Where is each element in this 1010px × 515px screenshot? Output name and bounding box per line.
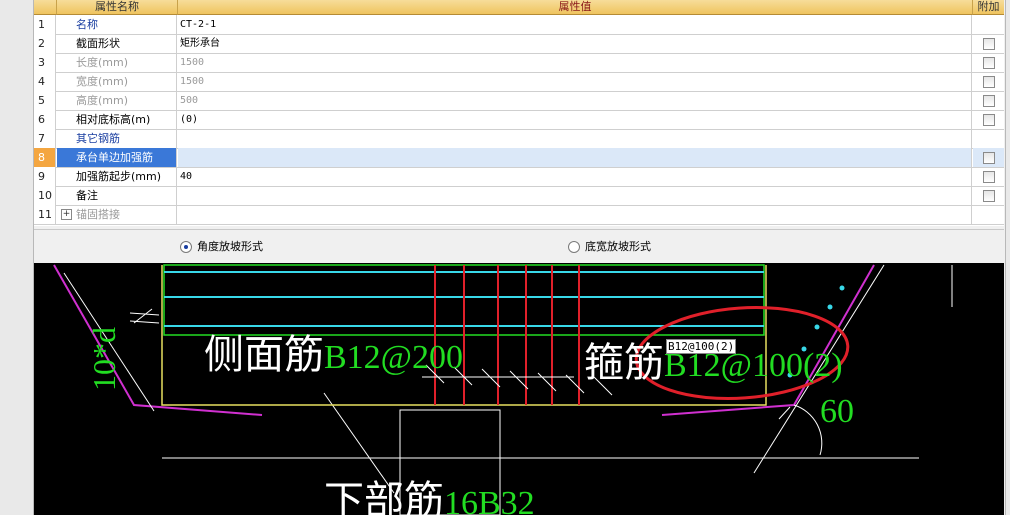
row-name: 其它钢筋 [57,129,177,148]
row-number: 6 [34,110,56,129]
header-name: 属性名称 [57,0,178,15]
row-add-cell [973,110,1004,129]
row-number: 8 [34,148,56,167]
row-name: 承台单边加强筋 [57,148,177,167]
row-name: 备注 [57,186,177,205]
grid-row[interactable]: 1 名称 CT-2-1 [34,15,1004,35]
row-number: 4 [34,72,56,91]
row-add-cell [973,91,1004,110]
left-panel-edge [0,0,34,515]
slope-option-bar: 角度放坡形式 底宽放坡形式 [34,229,1004,264]
grid-row[interactable]: 8 承台单边加强筋 [34,148,1004,168]
hover-tooltip: B12@100(2) [666,339,737,354]
row-value[interactable] [178,186,972,205]
add-checkbox[interactable] [983,152,995,164]
row-value[interactable]: CT-2-1 [178,15,972,34]
row-name: 高度(mm) [57,91,177,110]
side-bar-spec: B12@200 [324,339,463,376]
expand-icon[interactable]: + [61,209,72,220]
add-checkbox[interactable] [983,171,995,183]
right-panel-edge [1005,0,1010,515]
radio-angle-label: 角度放坡形式 [197,240,263,253]
row-add-cell [973,34,1004,53]
row-number: 5 [34,91,56,110]
dim-tick-3 [133,308,153,324]
row-name: 加强筋起步(mm) [57,167,177,186]
add-checkbox[interactable] [983,114,995,126]
grid-row[interactable]: 6 相对底标高(m) (0) [34,110,1004,130]
vertical-dim-text: 10*d [86,321,134,399]
add-checkbox[interactable] [983,190,995,202]
row-add-cell [973,129,1004,148]
grid-row[interactable]: 2 截面形状 矩形承台 [34,34,1004,54]
header-add: 附加 [973,0,1004,15]
header-value: 属性值 [178,0,973,15]
bottom-bar-label: 下部筋16B32 [324,481,535,515]
row-name: 宽度(mm) [57,72,177,91]
grid-row[interactable]: 9 加强筋起步(mm) 40 [34,167,1004,187]
row-add-cell [973,205,1004,224]
radio-angle-slope[interactable]: 角度放坡形式 [180,240,263,254]
row-value[interactable]: 500 [178,91,972,110]
row-value[interactable] [178,129,972,148]
row-value[interactable]: 1500 [178,72,972,91]
side-bar-title: 侧面筋 [204,332,324,377]
row-add-cell [973,53,1004,72]
row-add-cell [973,15,1004,34]
row-name: 名称 [57,15,177,34]
row-value[interactable] [178,148,972,167]
row-name: + 锚固搭接 [57,205,177,224]
angle-value: 60 [820,393,854,430]
row-name: 长度(mm) [57,53,177,72]
row-number: 7 [34,129,56,148]
side-bar-label: 侧面筋B12@200 [204,335,463,375]
grid-row[interactable]: 3 长度(mm) 1500 [34,53,1004,73]
add-checkbox[interactable] [983,95,995,107]
add-checkbox[interactable] [983,57,995,69]
stirrup-title: 箍筋 [584,340,664,385]
row-number: 3 [34,53,56,72]
radio-dot [568,241,580,253]
row-value[interactable]: 40 [178,167,972,186]
radio-bottom-label: 底宽放坡形式 [585,240,651,253]
row-number: 2 [34,34,56,53]
add-checkbox[interactable] [983,76,995,88]
row-add-cell [973,72,1004,91]
row-number: 9 [34,167,56,186]
add-checkbox[interactable] [983,38,995,50]
row-value[interactable]: (0) [178,110,972,129]
row-add-cell [973,148,1004,167]
angle-arc [793,404,823,456]
row-value[interactable]: 1500 [178,53,972,72]
row-add-cell [973,186,1004,205]
property-grid: 属性名称 属性值 附加 1 名称 CT-2-1 2 截面形状 矩形承台 3 长度(mm) 150… [34,0,1004,226]
header-num [34,0,57,15]
grid-row[interactable]: 7 其它钢筋 [34,129,1004,149]
cad-drawing-canvas[interactable]: 10*d 侧面筋B12@200 箍筋B12@100(2) B12@100(2) … [34,263,1004,515]
grid-row[interactable]: 11 + 锚固搭接 [34,205,1004,225]
row-number: 10 [34,186,56,205]
radio-dot-selected [180,241,192,253]
cad-drawing [53,264,953,515]
grid-row[interactable]: 10 备注 [34,186,1004,206]
bottom-bar-title: 下部筋 [324,478,444,515]
bottom-bar-spec: 16B32 [444,485,535,515]
radio-bottom-slope[interactable]: 底宽放坡形式 [568,240,651,254]
row-name-text: 锚固搭接 [76,208,120,221]
row-number: 11 [34,205,56,224]
row-value[interactable] [178,205,972,224]
grid-row[interactable]: 5 高度(mm) 500 [34,91,1004,111]
vertical-dim-label: 10*d [86,327,122,391]
row-value[interactable]: 矩形承台 [178,34,972,53]
grid-row[interactable]: 4 宽度(mm) 1500 [34,72,1004,92]
row-number: 1 [34,15,56,34]
row-name: 相对底标高(m) [57,110,177,129]
row-name: 截面形状 [57,34,177,53]
row-add-cell [973,167,1004,186]
